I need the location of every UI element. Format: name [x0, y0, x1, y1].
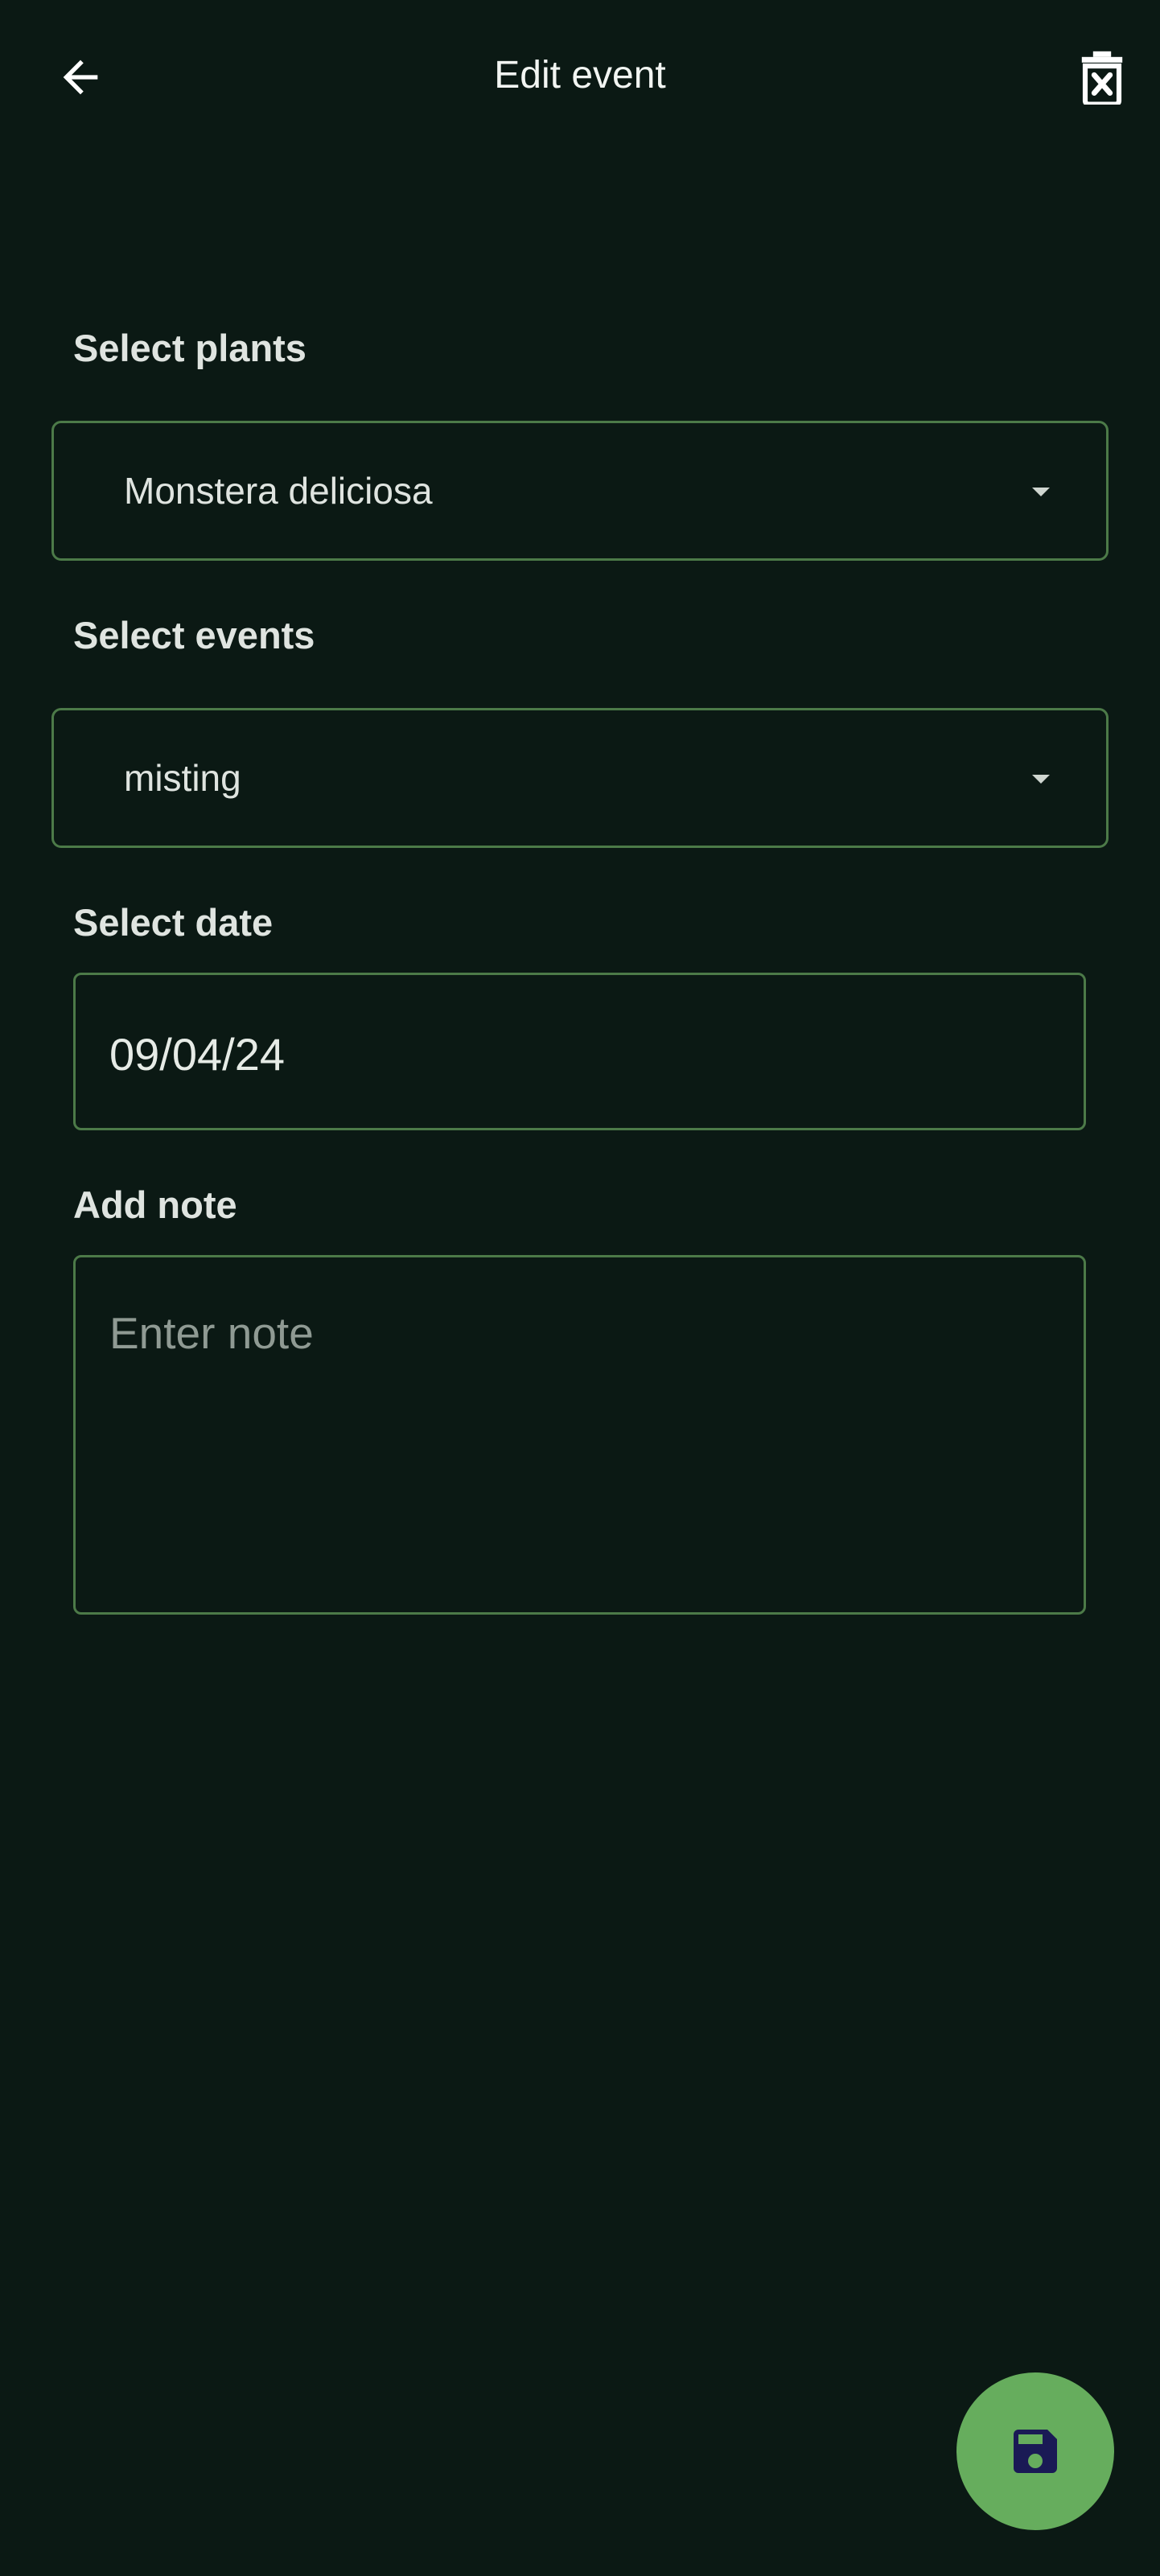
plants-label: Select plants: [73, 327, 306, 369]
date-label: Select date: [73, 901, 274, 944]
page-title: Edit event: [494, 54, 666, 97]
chevron-down-icon: [1032, 488, 1050, 496]
note-field[interactable]: Enter note: [73, 1255, 1086, 1615]
save-icon: [1014, 2430, 1057, 2473]
note-placeholder: Enter note: [109, 1308, 314, 1358]
date-value: 09/04/24: [109, 1029, 285, 1080]
chevron-down-icon: [1032, 775, 1050, 784]
events-select-value: misting: [124, 757, 241, 799]
date-field[interactable]: 09/04/24: [73, 973, 1086, 1130]
events-select[interactable]: misting: [51, 708, 1109, 848]
plants-select[interactable]: Monstera deliciosa: [51, 421, 1109, 561]
delete-button[interactable]: [1060, 35, 1144, 119]
events-label: Select events: [73, 614, 315, 656]
note-label: Add note: [73, 1183, 237, 1226]
trash-x-icon: [1081, 51, 1123, 105]
app-bar: Edit event: [0, 0, 1160, 158]
save-button[interactable]: [956, 2372, 1114, 2530]
edit-event-screen: Edit event Select plants Monstera delici…: [0, 0, 1160, 2576]
plants-select-value: Monstera deliciosa: [124, 470, 433, 512]
